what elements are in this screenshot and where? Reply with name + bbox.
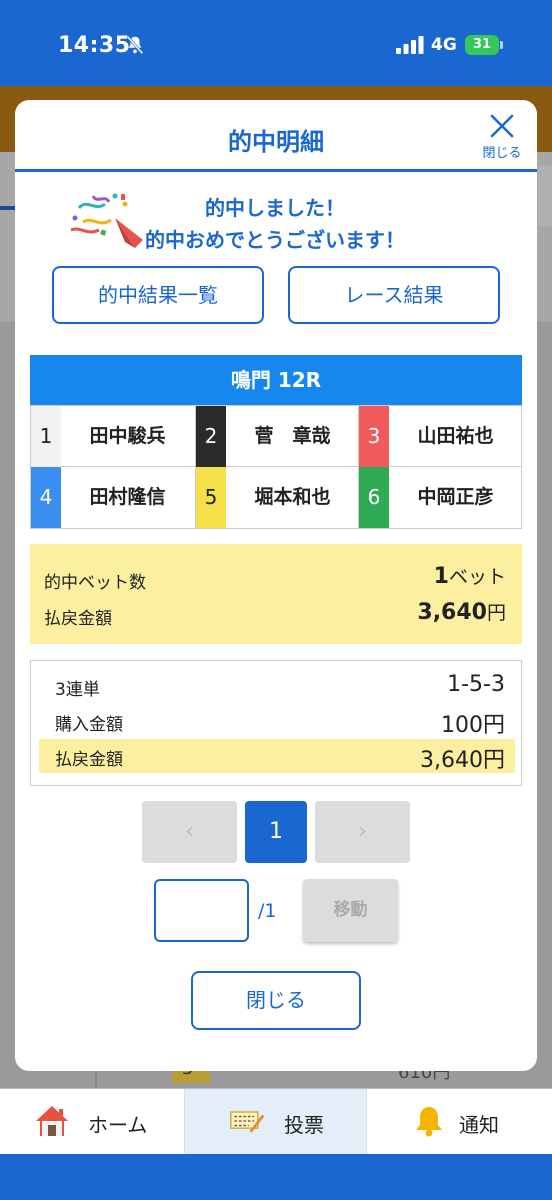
race-result-button[interactable]: レース結果 <box>288 266 500 324</box>
win-summary: 的中ベット数 1ベット 払戻金額 3,640円 <box>30 544 522 644</box>
tab-home-label: ホーム <box>88 1113 148 1137</box>
racer-cell: 5 堀本和也 <box>195 467 359 528</box>
ticket-icon <box>230 1111 265 1133</box>
page-total: /1 <box>258 900 277 922</box>
detail-payout-row: 払戻金額 3,640円 <box>39 739 515 773</box>
prev-page-button[interactable]: ‹ <box>142 801 237 863</box>
current-page-button[interactable]: 1 <box>245 801 307 863</box>
racer-name: 菅 章哉 <box>254 425 331 447</box>
bottom-tab-bar: ホーム 投票 通知 <box>0 1088 552 1155</box>
racer-name: 田村隆信 <box>89 486 166 508</box>
racer-cell: 1 田中駿兵 <box>31 406 195 467</box>
win-results-list-button[interactable]: 的中結果一覧 <box>52 266 264 324</box>
racer-cell: 6 中岡正彦 <box>358 467 522 528</box>
racer-cell: 3 山田祐也 <box>358 406 522 467</box>
payout-value: 3,640円 <box>417 600 506 625</box>
signal-icon <box>396 36 424 54</box>
lane-number: 2 <box>196 406 226 467</box>
payout-label: 払戻金額 <box>44 609 112 629</box>
racer-name: 堀本和也 <box>254 486 331 508</box>
hit-bets-value: 1ベット <box>433 564 506 589</box>
win-message-line1: 的中しました！ <box>205 196 345 220</box>
hit-bets-label: 的中ベット数 <box>44 573 146 593</box>
bet-type-row: 3連単 1-5-3 <box>39 669 515 703</box>
racer-name: 中岡正彦 <box>417 486 494 508</box>
tab-notice[interactable]: 通知 <box>367 1089 552 1155</box>
purchase-label: 購入金額 <box>55 715 123 735</box>
tab-notice-label: 通知 <box>459 1113 499 1137</box>
racer-name: 山田祐也 <box>417 425 494 447</box>
racer-cell: 2 菅 章哉 <box>195 406 359 467</box>
win-detail-modal: 的中明細 閉じる 的中しました！ 的中おめでとうございます！ 的中結果一覧 レー… <box>15 100 537 1071</box>
purchase-row: 購入金額 100円 <box>39 704 515 738</box>
status-time: 14:35 <box>58 33 131 58</box>
bet-combination: 1-5-3 <box>447 672 505 697</box>
bell-icon <box>416 1107 442 1137</box>
bottom-bar <box>0 1154 552 1200</box>
lane-number: 1 <box>31 406 61 467</box>
close-top-button[interactable]: 閉じる <box>475 110 529 162</box>
modal-title: 的中明細 <box>228 128 324 156</box>
close-top-label: 閉じる <box>482 146 522 161</box>
status-bar: 14:35 4G 31 <box>0 0 552 86</box>
purchase-value: 100円 <box>441 713 505 738</box>
detail-payout-value: 3,640円 <box>420 748 505 773</box>
racer-cell: 4 田村隆信 <box>31 467 195 528</box>
next-page-button[interactable]: › <box>315 801 410 863</box>
tab-vote-label: 投票 <box>284 1113 324 1137</box>
detail-payout-label: 払戻金額 <box>55 750 123 770</box>
close-button[interactable]: 閉じる <box>191 971 361 1030</box>
network-type: 4G <box>431 35 457 55</box>
home-icon <box>36 1106 68 1136</box>
racer-row: 4 田村隆信 5 堀本和也 6 中岡正彦 <box>31 467 521 528</box>
bet-detail: 3連単 1-5-3 購入金額 100円 払戻金額 3,640円 <box>30 660 522 786</box>
race-header: 鳴門 12R <box>30 355 522 405</box>
tab-vote[interactable]: 投票 <box>184 1089 367 1155</box>
page-number-input[interactable] <box>154 879 249 942</box>
lane-number: 6 <box>359 467 389 528</box>
racer-table: 1 田中駿兵 2 菅 章哉 3 山田祐也 4 田村隆信 5 堀本和也 6 中岡正… <box>30 405 522 529</box>
battery-level: 31 <box>465 35 499 55</box>
lane-number: 3 <box>359 406 389 467</box>
racer-name: 田中駿兵 <box>89 425 166 447</box>
close-icon <box>490 114 514 138</box>
win-message-line2: 的中おめでとうございます！ <box>145 228 405 252</box>
racer-row: 1 田中駿兵 2 菅 章哉 3 山田祐也 <box>31 406 521 467</box>
tab-home[interactable]: ホーム <box>0 1089 184 1155</box>
move-button[interactable]: 移動 <box>303 879 398 942</box>
lane-number: 4 <box>31 467 61 528</box>
lane-number: 5 <box>196 467 226 528</box>
battery-icon: 31 <box>465 35 503 55</box>
modal-header: 的中明細 閉じる <box>15 100 537 172</box>
win-message: 的中しました！ 的中おめでとうございます！ <box>125 192 425 256</box>
bell-off-icon <box>126 35 144 55</box>
bet-type: 3連単 <box>55 680 100 700</box>
